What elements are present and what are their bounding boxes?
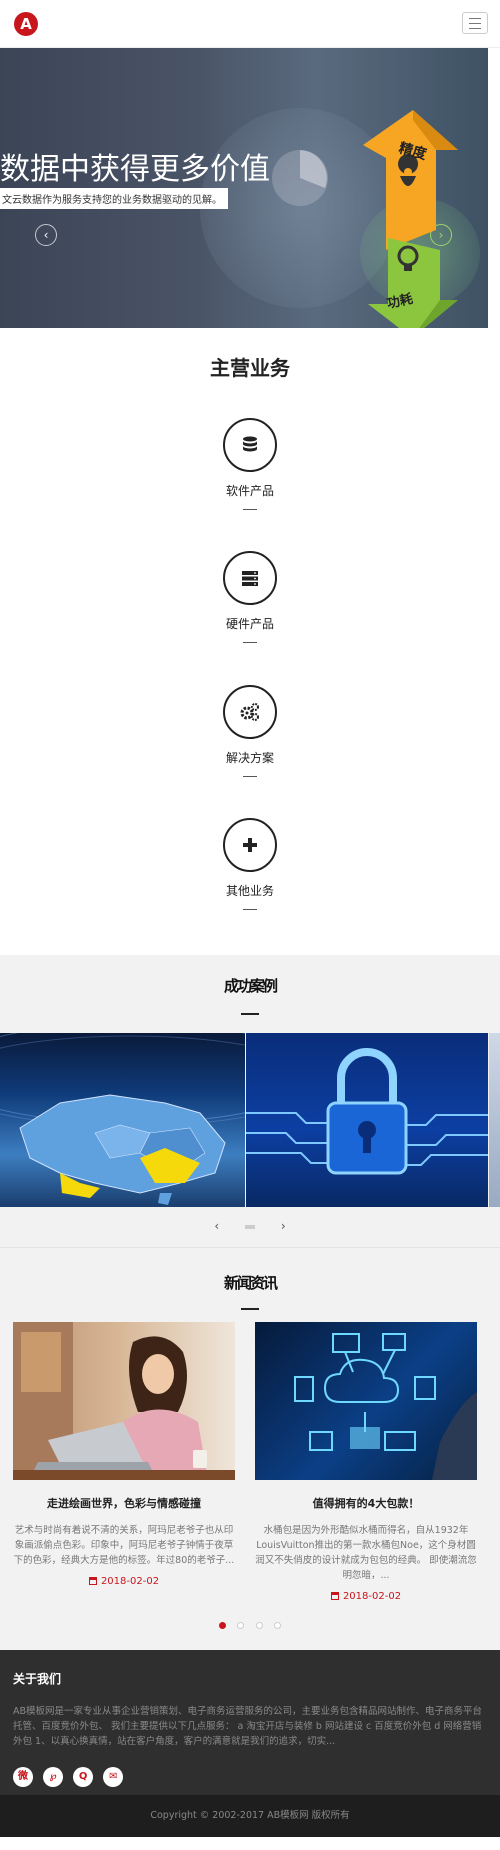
database-icon [243, 436, 257, 452]
hero-banner[interactable]: 数据中获得更多价值 文云数据作为服务支持您的业务数据驱动的见解。 ‹ › 精度 … [0, 48, 488, 328]
site-footer: 关于我们 AB模板网是一家专业从事企业营销策划、电子商务运营服务的公司，主要业务… [0, 1650, 500, 1795]
woman-laptop-graphic [13, 1322, 235, 1480]
service-item-hardware[interactable]: 硬件产品 [0, 551, 500, 643]
news-desc: 水桶包是因为外形酷似水桶而得名，自从1932年LouisVuitton推出的第一… [255, 1525, 477, 1581]
news-image-cloud-tech[interactable] [255, 1322, 477, 1480]
news-card[interactable]: 值得拥有的4大包款！ 水桶包是因为外形酷似水桶而得名，自从1932年LouisV… [255, 1322, 477, 1602]
news-section-title: 新闻资讯 [223, 1274, 278, 1292]
gears-icon [240, 703, 259, 721]
service-icon-circle[interactable] [223, 418, 277, 472]
calendar-icon [88, 1577, 97, 1585]
banner-title: 数据中获得更多价值 [0, 152, 270, 187]
weibo-icon[interactable]: 微 [13, 1767, 33, 1787]
copyright: Copyright © 2002-2017 AB模板网 版权所有 [0, 1795, 500, 1837]
news-title-divider [241, 1308, 259, 1310]
news-headline[interactable]: 值得拥有的4大包款！ [255, 1495, 477, 1511]
service-label: 硬件产品 [225, 617, 274, 631]
news-date-text: 2018-02-02 [100, 1576, 160, 1587]
case-image-lock[interactable] [246, 1033, 488, 1207]
news-headline[interactable]: 走进绘画世界，色彩与情感碰撞 [13, 1495, 235, 1511]
email-icon[interactable]: ✉ [103, 1767, 124, 1787]
security-lock-graphic [246, 1048, 488, 1175]
news-pagination [0, 1614, 500, 1633]
site-header: A [0, 0, 500, 48]
service-icon-circle[interactable] [223, 551, 277, 605]
hamburger-menu-icon[interactable] [462, 12, 488, 34]
case-image-next-preview[interactable] [489, 1033, 500, 1207]
case-prev-icon[interactable]: ‹ [214, 1219, 219, 1233]
service-item-solution[interactable]: 解决方案 [0, 685, 500, 777]
logo-a-icon[interactable]: A [14, 12, 38, 36]
news-date: 2018-02-02 [255, 1591, 477, 1602]
news-desc: 艺术与时尚有着说不清的关系，阿玛尼老爷子也从印象画派偷点色彩。印象中，阿玛尼老爷… [13, 1525, 235, 1566]
service-label: 其他业务 [225, 884, 274, 898]
service-item-software[interactable]: 软件产品 [0, 418, 500, 510]
case-indicator[interactable] [245, 1224, 255, 1229]
cloud-network-graphic [294, 1333, 477, 1480]
china-map-graphic [0, 1033, 245, 1205]
case-section-title: 成功案例 [223, 977, 278, 995]
social-links: 微 ℘ Q ✉ [13, 1764, 128, 1787]
plus-icon [243, 838, 257, 852]
service-label: 解决方案 [225, 751, 274, 765]
qq-icon[interactable]: Q [73, 1767, 94, 1787]
about-text: AB模板网是一家专业从事企业营销策划、电子商务运营服务的公司，主要业务包含精品网… [13, 1706, 483, 1747]
tencent-weibo-icon[interactable]: ℘ [43, 1767, 64, 1787]
pagination-dot[interactable] [237, 1622, 245, 1629]
server-icon [242, 571, 258, 586]
service-icon-circle[interactable] [223, 818, 277, 872]
service-divider [243, 776, 257, 777]
news-card[interactable]: 走进绘画世界，色彩与情感碰撞 艺术与时尚有着说不清的关系，阿玛尼老爷子也从印象画… [13, 1322, 235, 1587]
case-section: 成功案例 ‹ › [0, 955, 500, 1247]
case-next-icon[interactable]: › [281, 1219, 286, 1233]
case-carousel-controls: ‹ › [0, 1219, 500, 1233]
news-image-woman-phone[interactable] [13, 1322, 235, 1480]
news-date-text: 2018-02-02 [342, 1591, 402, 1602]
pagination-dot[interactable] [273, 1622, 281, 1629]
service-divider [243, 642, 257, 643]
about-title: 关于我们 [13, 1672, 62, 1686]
service-divider [243, 509, 257, 510]
calendar-icon [330, 1592, 339, 1600]
power-arrow-graphic: 功耗 [368, 238, 458, 328]
service-icon-circle[interactable] [223, 685, 277, 739]
business-section-title: 主营业务 [210, 356, 290, 380]
banner-subtitle: 文云数据作为服务支持您的业务数据驱动的见解。 [0, 188, 228, 209]
news-section: 新闻资讯 走进绘画世界，色彩与情感碰撞 艺术与时尚有着说不清的关系，阿玛尼老爷子… [0, 1247, 500, 1650]
pie-chart-graphic [272, 150, 328, 206]
service-item-other[interactable]: 其他业务 [0, 818, 500, 910]
service-label: 软件产品 [225, 484, 274, 498]
case-title-divider [241, 1013, 259, 1015]
service-divider [243, 909, 257, 910]
case-image-map[interactable] [0, 1033, 245, 1207]
news-date: 2018-02-02 [13, 1576, 235, 1587]
pagination-dot[interactable] [255, 1622, 263, 1629]
precision-arrow-graphic: 精度 [363, 110, 458, 250]
banner-prev-icon[interactable]: ‹ [35, 224, 57, 246]
pagination-dot[interactable] [219, 1622, 227, 1629]
